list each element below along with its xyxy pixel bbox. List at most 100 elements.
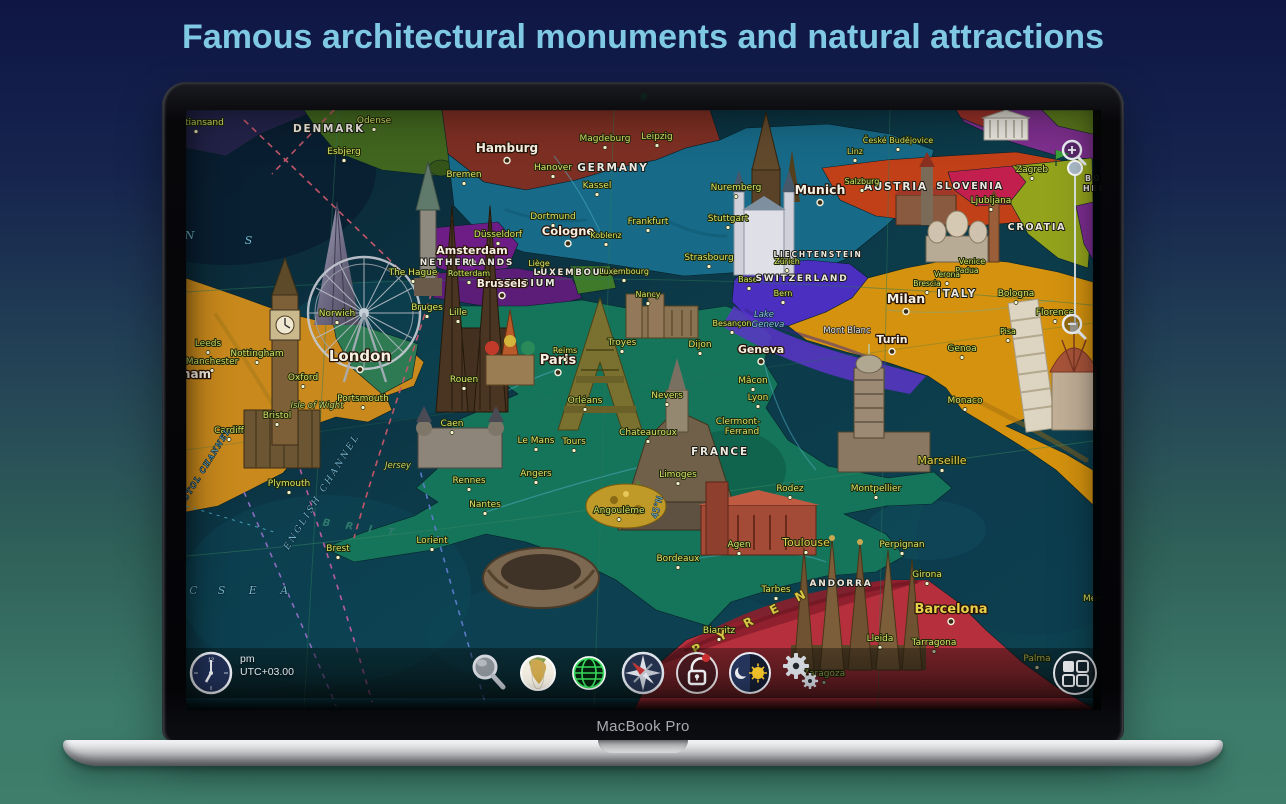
clock-widget[interactable]: 12 <box>188 650 234 696</box>
city-marker <box>287 491 291 495</box>
city-marker <box>676 482 680 486</box>
city-marker <box>1014 301 1018 305</box>
map-label: Monaco <box>948 396 983 406</box>
city-marker <box>603 146 607 150</box>
map-label: Oxford <box>288 373 318 383</box>
map-label: Bern <box>774 289 793 298</box>
map-label: Brussels <box>477 278 527 290</box>
map-label: Magdeburg <box>580 134 631 144</box>
map-label: Dortmund <box>530 212 576 222</box>
map-label: Brest <box>326 544 350 554</box>
day-night-button[interactable] <box>727 650 773 696</box>
webcam-icon <box>641 94 646 99</box>
planet-view-button[interactable] <box>515 650 561 696</box>
map-label: Lyon <box>748 393 769 403</box>
map-label: Bordeaux <box>656 554 700 564</box>
map-label: Rotterdam <box>448 269 490 278</box>
map-label: Hamburg <box>476 141 538 155</box>
map-label: Verona <box>934 270 960 279</box>
analog-clock-icon: 12 <box>188 650 234 696</box>
map-label: Bremen <box>446 170 481 180</box>
city-marker <box>430 548 434 552</box>
map-label: Nancy <box>635 290 660 299</box>
macbook-base <box>63 740 1223 766</box>
city-marker <box>342 159 346 163</box>
map-label: GERMANY <box>577 162 648 174</box>
city-marker <box>889 349 895 355</box>
map-label: Kassel <box>583 181 612 191</box>
city-marker <box>534 448 538 452</box>
city-marker <box>737 552 741 556</box>
city-marker <box>853 159 857 163</box>
map-label: Girona <box>912 570 942 580</box>
layers-button[interactable] <box>1052 650 1098 696</box>
city-marker <box>860 189 864 193</box>
map-label: N <box>186 229 195 242</box>
city-marker <box>504 158 510 164</box>
city-marker <box>583 408 587 412</box>
city-marker <box>781 301 785 305</box>
map-label: Frankfurt <box>628 217 669 227</box>
open-padlock-icon <box>674 650 720 696</box>
settings-button[interactable] <box>779 650 825 696</box>
screen-edge-strip <box>1093 110 1101 710</box>
map-label: Angers <box>520 469 552 479</box>
map-label: ITALY <box>937 288 977 300</box>
map-label: Hanover <box>534 163 572 173</box>
city-marker <box>903 309 909 315</box>
city-marker <box>572 449 576 453</box>
map-label: Isle of Wight <box>290 401 344 411</box>
map-label: Limoges <box>659 470 697 480</box>
map-label: Clermont- <box>716 417 761 427</box>
map-label: Stuttgart <box>708 214 749 224</box>
map-label: Geneva <box>752 320 785 330</box>
city-marker <box>194 130 198 134</box>
magnifier-icon <box>464 650 510 696</box>
globe-grid-button[interactable] <box>566 650 612 696</box>
city-marker <box>756 405 760 409</box>
map-label: Amsterdam <box>436 244 507 257</box>
map-label: Ljubljana <box>971 196 1012 206</box>
city-marker <box>450 431 454 435</box>
map-label: FRANCE <box>691 446 749 458</box>
map-label: Reims <box>553 346 577 355</box>
timezone-label: UTC+03.00 <box>240 666 294 679</box>
map-label: Marseille <box>917 454 966 467</box>
map-label: Troyes <box>607 338 637 348</box>
map-canvas[interactable]: KristiansandDENMARKOdenseEsbjergHamburgB… <box>186 110 1101 710</box>
map-label: Nevers <box>651 391 683 401</box>
map-label: Orléans <box>568 395 603 406</box>
map-label: Zagreb <box>1016 165 1048 175</box>
map-label: Leeds <box>195 339 222 349</box>
map-label: Lleida <box>867 634 894 644</box>
city-marker <box>1053 320 1057 324</box>
city-marker <box>462 387 466 391</box>
city-marker <box>563 358 567 362</box>
map-label: S E A <box>218 584 299 597</box>
city-marker <box>785 269 789 273</box>
map-label: C <box>189 584 198 597</box>
city-marker <box>925 291 929 295</box>
lock-button[interactable] <box>674 650 720 696</box>
map-label: Strasbourg <box>684 253 733 263</box>
city-marker <box>617 518 621 522</box>
map-label: Kristiansand <box>186 118 224 128</box>
map-label: Chateauroux <box>619 428 678 438</box>
map-label: Nuremberg <box>711 183 762 193</box>
compass-icon <box>620 650 666 696</box>
search-button[interactable] <box>464 650 510 696</box>
city-marker <box>734 195 738 199</box>
map-label: Tarbes <box>760 585 790 595</box>
city-marker <box>565 241 571 247</box>
map-label: Tarragona <box>911 638 957 648</box>
city-marker <box>275 423 279 427</box>
map-label: Lake <box>754 310 774 320</box>
map-label: Le Mans <box>518 436 555 446</box>
map-label: Jersey <box>383 461 412 471</box>
map-label: Nantes <box>469 500 501 510</box>
map-label: SWITZERLAND <box>755 274 848 284</box>
city-marker <box>622 279 626 283</box>
zoom-slider-knob[interactable] <box>1068 161 1082 175</box>
app-screen[interactable]: KristiansandDENMARKOdenseEsbjergHamburgB… <box>186 110 1101 710</box>
compass-button[interactable] <box>620 650 666 696</box>
